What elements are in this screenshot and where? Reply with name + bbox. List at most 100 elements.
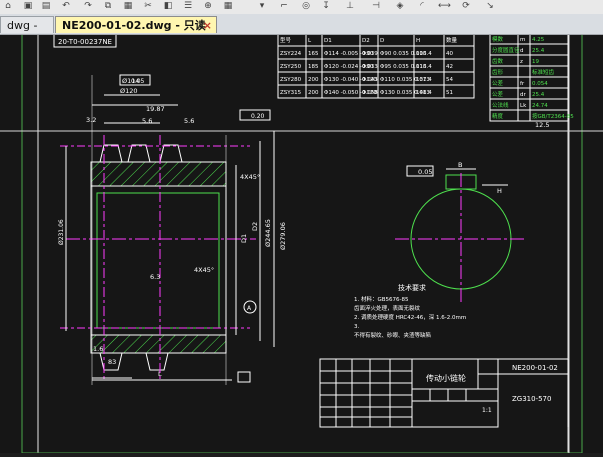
gear-param-table: 模数 m 4.25 分度圆直径 d 25.4 齿数 z 19 齿形 标准短齿公差 fr 0.054 公差 d… xyxy=(489,32,574,122)
size-table-cell: 165 xyxy=(308,51,319,57)
extend-icon[interactable]: ⊣ xyxy=(370,1,382,12)
size-table-cell: ZSY315 xyxy=(280,90,302,96)
size-table-header: 型号 xyxy=(280,36,292,44)
paste-icon[interactable]: ▦ xyxy=(122,1,134,12)
part-name: 传动小链轮 xyxy=(426,373,466,383)
ra-32: 3.2 xyxy=(86,116,96,124)
point-icon[interactable]: ◎ xyxy=(300,1,312,12)
size-table-header: D2 xyxy=(362,38,370,44)
cut-icon[interactable]: ✂ xyxy=(142,1,154,12)
dim-83-label: 83 xyxy=(108,358,116,366)
hub-outline xyxy=(90,185,227,336)
size-table-cell: 54 xyxy=(446,77,453,83)
print-icon[interactable]: ▤ xyxy=(40,1,52,12)
size-table-cell: ZSY224 xyxy=(280,51,302,57)
code-text: 20-T0-00237NE xyxy=(58,38,112,46)
param-name: 公法线 xyxy=(492,101,509,109)
zoom-icon[interactable]: ⊕ xyxy=(202,1,214,12)
open-icon[interactable]: ⌂ xyxy=(2,1,14,12)
measure-icon[interactable]: ⌐ xyxy=(278,1,290,12)
size-table-cell: Φ120 xyxy=(362,90,377,96)
mirror-icon[interactable]: ⟷ xyxy=(438,1,451,12)
dim-279-label: Ø279.06 xyxy=(279,222,287,250)
dimension-labels: Ø114 Ø120 19.87 5.6 5.6 4X45° 4X45° Ø231… xyxy=(58,77,549,378)
param-name: 齿形 xyxy=(492,68,504,76)
undo-icon[interactable]: ↶ xyxy=(60,1,72,12)
datum-a-label: A xyxy=(247,305,252,312)
rotate-icon[interactable]: ⟳ xyxy=(460,1,472,12)
param-value: 标准短齿 xyxy=(532,68,555,76)
param-symbol: dr xyxy=(520,92,526,98)
param-value: 4.25 xyxy=(532,37,545,43)
size-table-cell: 200 xyxy=(308,90,319,96)
size-table-header: D xyxy=(380,38,384,44)
tab-label: NE200-01-02.dwg - 只读 xyxy=(62,19,206,32)
size-table-cell: 200 xyxy=(308,77,319,83)
size-table-cell: 40 xyxy=(446,51,453,57)
tech-requirements: 技术要求 1. 材料：GB5676-85齿面淬火处理，表面无裂纹2. 调质处理硬… xyxy=(354,283,466,339)
tech-req-line: 齿面淬火处理，表面无裂纹 xyxy=(354,304,421,312)
dropdown-icon[interactable]: ▾ xyxy=(256,1,268,12)
tab-bar: dwg - 只读 NE200-01-02.dwg - 只读 × xyxy=(0,14,603,49)
dim-d120: Ø120 xyxy=(120,87,138,95)
drawing-canvas[interactable]: 20-T0-00237NE 型号 L D1 D2 D H 数量 ZSY224 165 Φ114 -… xyxy=(0,32,603,454)
size-table-cell: Φ90 xyxy=(362,64,374,70)
size-table-cell: 51 xyxy=(446,90,453,96)
scale: 1:1 xyxy=(482,407,492,414)
tab-previous-file[interactable]: dwg - 只读 xyxy=(0,16,54,49)
cad-drawing: 20-T0-00237NE 型号 L D1 D2 D H 数量ZSY224 165 Φ114 -… xyxy=(0,32,603,454)
teeth-top xyxy=(99,144,183,163)
tech-req-line: 不得有裂纹、砂眼、夹渣等缺陷 xyxy=(354,331,431,339)
tech-req-line: 1. 材料：GB5676-85 xyxy=(354,295,409,303)
trim-icon[interactable]: ⊥ xyxy=(344,1,356,12)
scale-icon[interactable]: ↘ xyxy=(484,1,496,12)
param-name: 公差 xyxy=(492,79,504,87)
dim-19: 19.87 xyxy=(146,105,165,113)
tol-c: 0.20 xyxy=(251,113,265,120)
param-symbol: m xyxy=(520,37,525,43)
ra-63: 6.3 xyxy=(150,273,160,281)
close-icon[interactable]: × xyxy=(203,17,212,34)
param-value: 0.054 xyxy=(532,81,548,87)
copy-icon[interactable]: ⧉ xyxy=(102,1,114,12)
param-symbol: d xyxy=(520,48,524,54)
param-name: 分度圆直径 xyxy=(492,46,520,54)
gear-side-view xyxy=(395,165,525,303)
bottom-hatch xyxy=(90,334,227,354)
size-table-header: H xyxy=(416,38,420,44)
match-icon[interactable]: ◧ xyxy=(162,1,174,12)
dim-chamfer-top: 4X45° xyxy=(240,173,260,181)
param-symbol: z xyxy=(520,59,523,65)
toolbar: ⌂ ▣ ▤ ↶ ↷ ⧉ ▦ ✂ ◧ ☰ ⊕ ▦ ▾ ⌐ ◎ ↧ ⊥ ⊣ ◈ ◜ … xyxy=(0,0,603,15)
dim-chamfer-bottom: 4X45° xyxy=(194,266,214,274)
size-table-cell: ZSY280 xyxy=(280,77,302,83)
dim-l-label: L xyxy=(158,370,162,378)
size-table-cell: 148.4 xyxy=(416,90,432,96)
hatch-icon[interactable]: ◈ xyxy=(394,1,406,12)
size-table-header: D1 xyxy=(324,38,332,44)
save-icon[interactable]: ▣ xyxy=(22,1,34,12)
grid-icon[interactable]: ▦ xyxy=(222,1,234,12)
layer-icon[interactable]: ☰ xyxy=(182,1,194,12)
bore-outline xyxy=(96,192,220,329)
ra-16: 1.6 xyxy=(93,345,103,353)
redo-icon[interactable]: ↷ xyxy=(82,1,94,12)
drawing-number: NE200-01-02 xyxy=(512,364,558,372)
pin-icon[interactable]: ↧ xyxy=(320,1,332,12)
dim-244-label: Ø244.65 xyxy=(264,219,272,247)
dim-56a: 5.6 xyxy=(142,117,152,125)
param-name: 模数 xyxy=(492,35,504,43)
top-hatch xyxy=(90,161,227,187)
dim-56b: 5.6 xyxy=(184,117,194,125)
tab-current-file[interactable]: NE200-01-02.dwg - 只读 × xyxy=(55,16,217,33)
keyway-b-label: B xyxy=(458,161,462,169)
size-table-cell: 185 xyxy=(308,64,319,70)
size-table-cell: 137.4 xyxy=(416,77,432,83)
dim-d-label: D1 xyxy=(240,234,248,243)
size-table-cell: 42 xyxy=(446,64,453,70)
ra-125: 12.5 xyxy=(535,121,549,129)
arc-icon[interactable]: ◜ xyxy=(416,1,428,12)
param-value: 19 xyxy=(532,59,539,65)
param-value: 25.4 xyxy=(532,48,545,54)
keyway-tol: 0.05 xyxy=(418,168,432,176)
